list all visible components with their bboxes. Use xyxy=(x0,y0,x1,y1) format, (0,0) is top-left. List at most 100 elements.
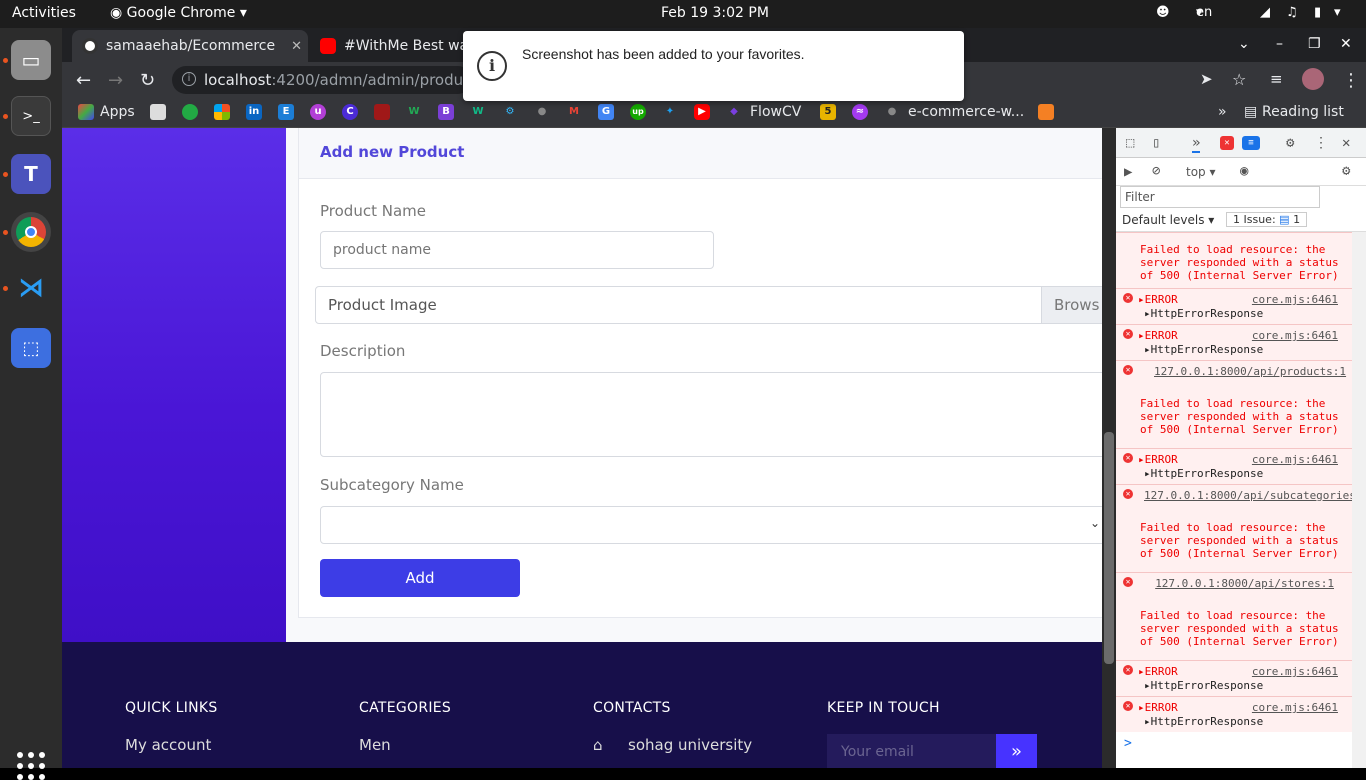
source-link[interactable]: core.mjs:6461 xyxy=(1252,701,1338,714)
inspect-icon[interactable]: ⬚ xyxy=(1126,135,1134,151)
context-selector[interactable]: top ▾ xyxy=(1186,165,1216,179)
console-error-message[interactable]: ✕ 127.0.0.1:8000/api/products:1 Failed t… xyxy=(1116,360,1352,448)
send-icon[interactable]: ➤ xyxy=(1200,70,1213,88)
more-menu-icon[interactable]: ⋮ xyxy=(1342,70,1360,91)
bookmark-icon[interactable] xyxy=(150,104,166,120)
page-scrollbar-thumb[interactable] xyxy=(1104,432,1114,664)
bookmark-icon[interactable]: W xyxy=(406,104,422,120)
bookmark-icon[interactable]: u xyxy=(310,104,326,120)
vscode-icon[interactable]: ⋊ xyxy=(11,268,51,308)
newsletter-email-input[interactable]: Your email xyxy=(827,734,997,768)
source-link[interactable]: core.mjs:6461 xyxy=(1252,329,1338,342)
console-scrollbar[interactable] xyxy=(1352,232,1366,768)
tab-ecommerce[interactable]: samaaehab/Ecommerce ✕ xyxy=(72,30,308,62)
close-icon[interactable]: ✕ xyxy=(1342,135,1350,151)
bookmark-icon[interactable]: 5 xyxy=(820,104,836,120)
newsletter-submit-button[interactable]: » xyxy=(996,734,1037,768)
maximize-button[interactable]: ❐ xyxy=(1308,36,1321,52)
eye-icon[interactable]: ◉ xyxy=(1240,163,1248,179)
github-icon[interactable]: ● xyxy=(884,104,900,120)
app-menu-button[interactable]: ◉ Google Chrome ▾ xyxy=(110,5,247,21)
issues-count-icon[interactable]: ≡ xyxy=(1242,136,1260,150)
gmail-icon[interactable]: M xyxy=(566,104,582,120)
activities-button[interactable]: Activities xyxy=(12,5,76,21)
bookmark-ecommerce[interactable]: e-commerce-w... xyxy=(908,104,1024,120)
close-icon[interactable]: ✕ xyxy=(291,39,302,54)
teams-icon[interactable]: T xyxy=(11,154,51,194)
subcategory-select[interactable]: ⌄ xyxy=(320,506,1102,544)
footer-link-men[interactable]: Men xyxy=(359,736,391,754)
more-bookmarks-icon[interactable]: » xyxy=(1218,104,1227,120)
product-image-input[interactable]: Product Image Brows xyxy=(315,286,1102,324)
bookmark-star-icon[interactable]: ☆ xyxy=(1232,70,1246,89)
default-levels-dropdown[interactable]: Default levels ▾ xyxy=(1122,213,1214,227)
language-indicator[interactable]: en ▾ xyxy=(1196,5,1212,20)
apps-icon[interactable] xyxy=(78,104,94,120)
console-error-message[interactable]: ✕ ▸ERROR core.mjs:6461 ▸HttpErrorRespons… xyxy=(1116,288,1352,324)
gear-icon[interactable]: ⚙ xyxy=(1286,135,1294,151)
add-button[interactable]: Add xyxy=(320,559,520,597)
show-applications-icon[interactable] xyxy=(17,752,45,780)
close-window-button[interactable]: ✕ xyxy=(1340,36,1352,52)
issues-button[interactable]: 1 Issue: ▤ 1 xyxy=(1226,212,1308,227)
linkedin-icon[interactable]: in xyxy=(246,104,262,120)
description-textarea[interactable] xyxy=(320,372,1102,457)
upwork-icon[interactable]: up xyxy=(630,104,646,120)
bookmark-flowcv[interactable]: FlowCV xyxy=(750,104,801,120)
youtube-icon[interactable]: ▶ xyxy=(694,104,710,120)
bookmark-icon[interactable]: B xyxy=(438,104,454,120)
files-icon[interactable]: ▭ xyxy=(11,40,51,80)
source-link[interactable]: core.mjs:6461 xyxy=(1252,293,1338,306)
bookmark-icon[interactable]: ⚙ xyxy=(502,104,518,120)
source-link[interactable]: 127.0.0.1:8000/api/stores:1 xyxy=(1134,577,1334,590)
gear-icon[interactable]: ⚙ xyxy=(1342,163,1350,179)
source-link[interactable]: core.mjs:6461 xyxy=(1252,665,1338,678)
bookmark-apps[interactable]: Apps xyxy=(100,104,135,120)
translate-icon[interactable]: G xyxy=(598,104,614,120)
microsoft-icon[interactable] xyxy=(214,104,230,120)
browse-button[interactable]: Brows xyxy=(1041,287,1102,323)
bookmark-icon[interactable] xyxy=(374,104,390,120)
console-error-message[interactable]: ✕ ▸ERROR core.mjs:6461 ▸HttpErrorRespons… xyxy=(1116,324,1352,360)
tab-youtube[interactable]: #WithMe Best wa xyxy=(320,30,470,62)
console-prompt[interactable]: > xyxy=(1124,736,1132,751)
console-error-message[interactable]: Failed to load resource: the server resp… xyxy=(1116,232,1352,288)
clear-console-icon[interactable]: ⊘ xyxy=(1152,163,1160,179)
media-icon[interactable]: ≡ xyxy=(1270,70,1283,88)
console-error-message[interactable]: ✕ 127.0.0.1:8000/api/stores:1 Failed to … xyxy=(1116,572,1352,660)
reload-button[interactable]: ↻ xyxy=(140,70,155,91)
messenger-icon[interactable]: ≈ xyxy=(852,104,868,120)
reading-list-button[interactable]: Reading list xyxy=(1262,104,1344,120)
console-error-message[interactable]: ✕ 127.0.0.1:8000/api/subcategories:1 Fai… xyxy=(1116,484,1352,572)
bookmark-icon[interactable]: E xyxy=(278,104,294,120)
forward-button[interactable]: → xyxy=(108,70,123,91)
more-tabs-icon[interactable]: » xyxy=(1192,135,1201,153)
bookmark-icon[interactable]: C xyxy=(342,104,358,120)
tab-search-icon[interactable]: ⌄ xyxy=(1238,36,1250,52)
chrome-icon[interactable] xyxy=(11,212,51,252)
console-error-message[interactable]: ✕ ▸ERROR core.mjs:6461 ▸HttpErrorRespons… xyxy=(1116,448,1352,484)
address-bar[interactable]: i localhost:4200/admn/admin/product xyxy=(172,66,477,94)
console-error-message[interactable]: ✕ ▸ERROR core.mjs:6461 ▸HttpErrorRespons… xyxy=(1116,696,1352,732)
console-filter-input[interactable]: Filter xyxy=(1120,186,1320,208)
product-name-input[interactable] xyxy=(320,231,714,269)
back-button[interactable]: ← xyxy=(76,70,91,91)
footer-link-my-account[interactable]: My account xyxy=(125,736,211,754)
flowcv-icon[interactable]: ◆ xyxy=(726,104,742,120)
source-link[interactable]: 127.0.0.1:8000/api/subcategories:1 xyxy=(1144,489,1352,502)
sidebar-toggle-icon[interactable]: ▶ xyxy=(1124,164,1132,180)
info-icon[interactable]: i xyxy=(182,72,196,86)
source-link[interactable]: 127.0.0.1:8000/api/products:1 xyxy=(1154,365,1346,378)
bookmark-icon[interactable]: W xyxy=(470,104,486,120)
notification-toast[interactable]: i Screenshot has been added to your favo… xyxy=(463,31,964,101)
device-toggle-icon[interactable]: ▯ xyxy=(1152,135,1160,151)
github-icon[interactable]: ● xyxy=(534,104,550,120)
terminal-icon[interactable]: >_ xyxy=(11,96,51,136)
bookmark-icon[interactable] xyxy=(182,104,198,120)
source-link[interactable]: core.mjs:6461 xyxy=(1252,453,1338,466)
error-count-icon[interactable]: ✕ xyxy=(1220,136,1234,150)
bookmark-icon[interactable] xyxy=(1038,104,1054,120)
clock[interactable]: Feb 19 3:02 PM xyxy=(661,5,769,21)
avatar[interactable] xyxy=(1302,68,1324,90)
more-menu-icon[interactable]: ⋮ xyxy=(1314,135,1328,151)
